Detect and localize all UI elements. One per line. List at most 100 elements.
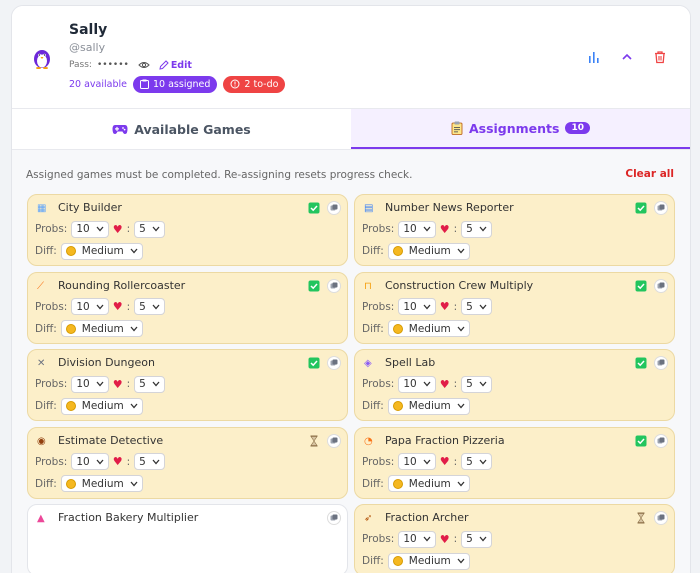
lives-value: 5 (139, 223, 146, 235)
lives-separator: : (453, 223, 458, 235)
assignment-card[interactable]: ⊓ Construction Crew Multiply Probs: 10 ♥:5 Di… (354, 271, 675, 344)
city-icon: ▦ (37, 203, 47, 214)
probs-label: Probs: (362, 378, 395, 390)
difficulty-select[interactable]: Medium (60, 320, 143, 337)
chevron-down-icon (479, 304, 487, 309)
preview-game-button[interactable] (327, 433, 341, 448)
bow-icon: ➶ (364, 513, 373, 524)
assignment-card[interactable]: ◔ Papa Fraction Pizzeria Probs: 10 ♥:5 Diff: M… (354, 426, 675, 499)
chevron-down-icon (130, 403, 138, 409)
lives-select[interactable]: 5 (134, 375, 165, 393)
preview-game-button[interactable] (327, 278, 341, 293)
preview-game-button[interactable] (654, 433, 668, 448)
assignment-card[interactable]: ➶ Fraction Archer Probs: 10 ♥:5 Diff: Medium (354, 504, 675, 573)
lives-separator: : (453, 300, 458, 313)
difficulty-select[interactable]: Medium (387, 475, 470, 492)
diff-label: Diff: (362, 555, 384, 567)
eye-icon (330, 282, 338, 288)
tab-assignments[interactable]: Assignments 10 (351, 109, 690, 149)
problems-select[interactable]: 10 (398, 453, 436, 470)
problems-select[interactable]: 10 (71, 375, 109, 393)
difficulty-select[interactable]: Medium (387, 320, 470, 337)
problems-select[interactable]: 10 (71, 453, 109, 470)
difficulty-row: Diff: Medium (362, 552, 470, 570)
chevron-down-icon (130, 481, 138, 486)
eye-icon (330, 359, 338, 366)
assignment-card[interactable]: ▦ City Builder Probs: 10 ♥:5 Diff: Medium (27, 194, 348, 266)
preview-game-button[interactable] (327, 511, 341, 525)
difficulty-row: Diff: Medium (35, 320, 143, 338)
tab-bar: Available Games Assignments 10 (12, 108, 690, 150)
heart-icon: ♥ (439, 455, 450, 468)
lives-select[interactable]: 5 (461, 453, 492, 470)
coin-icon (65, 246, 76, 256)
problems-select[interactable]: 10 (398, 375, 436, 393)
settings-row: Probs: 10 ♥:5 (35, 375, 165, 393)
problems-select[interactable]: 10 (398, 530, 436, 548)
clear-all-button[interactable]: Clear all (625, 168, 674, 180)
difficulty-select[interactable]: Medium (60, 242, 143, 260)
probs-label: Probs: (35, 300, 68, 313)
difficulty-row: Diff: Medium (362, 242, 470, 260)
settings-row: Probs: 10 ♥:5 (35, 220, 165, 238)
assignment-card[interactable]: ◉ Estimate Detective Probs: 10 ♥:5 Diff: Mediu… (27, 426, 348, 499)
difficulty-select[interactable]: Medium (387, 552, 470, 570)
lives-select[interactable]: 5 (134, 220, 165, 238)
difficulty-select[interactable]: Medium (60, 475, 143, 492)
diff-label: Diff: (362, 322, 384, 335)
gamepad-icon (112, 125, 128, 134)
problems-select[interactable]: 10 (71, 220, 109, 238)
problems-select[interactable]: 10 (398, 220, 436, 238)
lives-select[interactable]: 5 (461, 530, 492, 548)
assignment-card[interactable]: ✕ Division Dungeon Probs: 10 ♥:5 Diff: Medium (27, 349, 348, 421)
edit-password-button[interactable]: Edit (159, 60, 192, 71)
penguin-avatar-icon (34, 50, 50, 69)
assignment-card[interactable]: ▲ Fraction Bakery Multiplier (27, 504, 348, 573)
stats-button[interactable] (586, 49, 602, 65)
edit-label: Edit (170, 59, 192, 71)
rollercoaster-icon: ⟋ (37, 280, 44, 292)
tab-assignments-label: Assignments (468, 120, 560, 136)
checkmark-icon (308, 280, 320, 291)
probs-label: Probs: (35, 378, 68, 390)
lives-select[interactable]: 5 (461, 298, 492, 315)
assignments-info: Assigned games must be completed. Re-ass… (26, 169, 413, 181)
difficulty-value: Medium (408, 400, 451, 412)
lives-separator: : (453, 533, 458, 545)
lives-select[interactable]: 5 (461, 220, 492, 238)
difficulty-select[interactable]: Medium (387, 397, 470, 415)
lives-select[interactable]: 5 (461, 375, 492, 393)
preview-game-button[interactable] (654, 356, 668, 370)
coin-icon (392, 246, 403, 256)
preview-game-button[interactable] (327, 356, 341, 370)
game-title: City Builder (58, 201, 122, 214)
eye-icon (657, 282, 665, 288)
assignment-card[interactable]: ⟋ Rounding Rollercoaster Probs: 10 ♥:5 Diff: M… (27, 271, 348, 344)
problems-select[interactable]: 10 (71, 298, 109, 315)
problems-select[interactable]: 10 (398, 298, 436, 315)
preview-game-button[interactable] (654, 278, 668, 293)
problems-value: 10 (76, 378, 90, 390)
probs-label: Probs: (35, 455, 68, 468)
tab-available-games[interactable]: Available Games (12, 109, 351, 149)
difficulty-select[interactable]: Medium (387, 242, 470, 260)
clipboard-icon (451, 121, 463, 135)
lives-value: 5 (139, 300, 146, 313)
assignment-card[interactable]: ▤ Number News Reporter Probs: 10 ♥:5 Diff: Med… (354, 194, 675, 266)
lives-select[interactable]: 5 (134, 453, 165, 470)
problems-value: 10 (76, 455, 90, 468)
difficulty-select[interactable]: Medium (60, 397, 143, 415)
delete-student-button[interactable] (652, 49, 668, 65)
difficulty-value: Medium (81, 400, 124, 412)
preview-game-button[interactable] (654, 511, 668, 525)
lives-select[interactable]: 5 (134, 298, 165, 315)
collapse-button[interactable] (619, 49, 635, 65)
problems-value: 10 (76, 223, 90, 235)
difficulty-row: Diff: Medium (362, 475, 470, 493)
chevron-down-icon (457, 558, 465, 564)
eye-icon[interactable] (138, 60, 150, 70)
preview-game-button[interactable] (654, 201, 668, 215)
game-title: Fraction Bakery Multiplier (58, 511, 199, 524)
assignment-card[interactable]: ◈ Spell Lab Probs: 10 ♥:5 Diff: Medium (354, 349, 675, 421)
preview-game-button[interactable] (327, 201, 341, 215)
